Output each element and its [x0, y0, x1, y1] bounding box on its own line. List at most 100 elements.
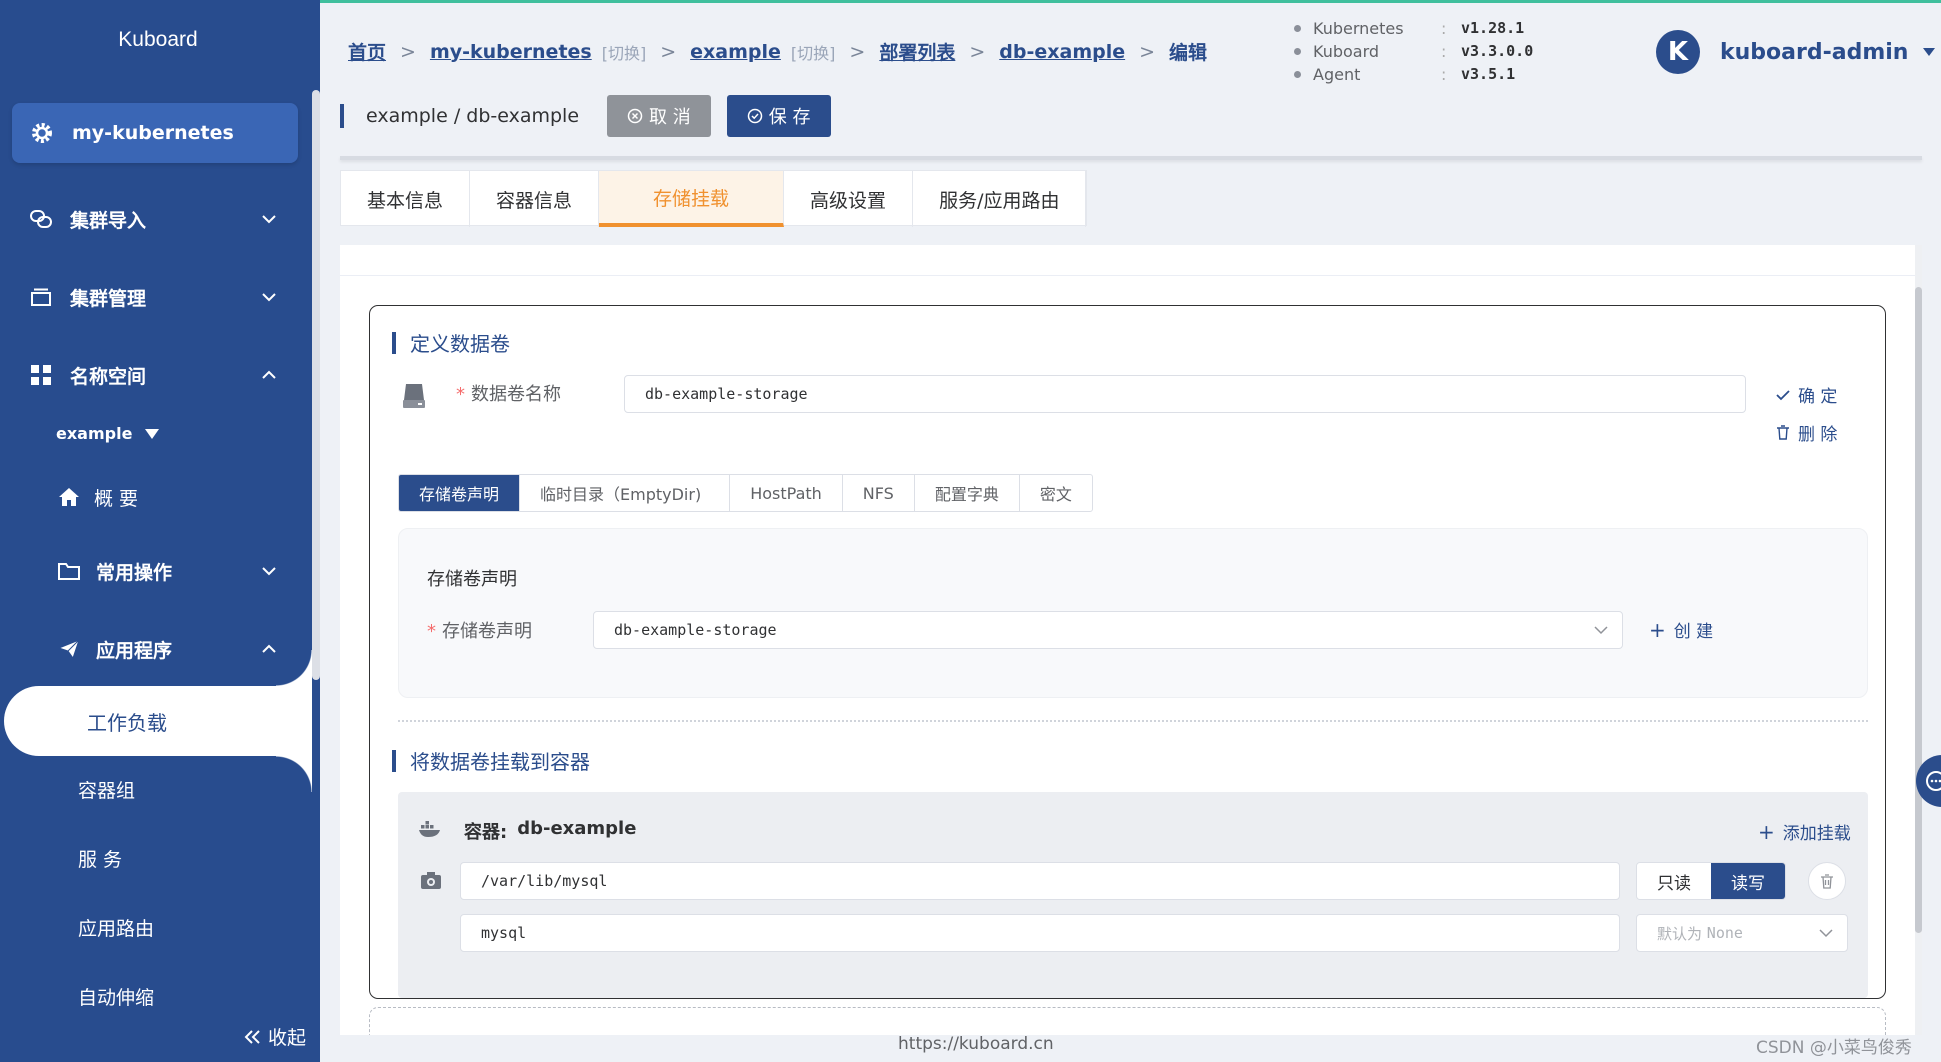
namespace-name: example [56, 424, 133, 443]
volume-type-configmap[interactable]: 配置字典 [915, 475, 1020, 511]
folder-icon [56, 558, 82, 584]
page-title: example / db-example [366, 105, 580, 127]
namespace-selector[interactable]: example [56, 424, 160, 443]
pvc-config-box: 存储卷声明 * 存储卷声明 db-example-storage + 创 建 [398, 528, 1868, 698]
grid-icon [28, 362, 54, 388]
breadcrumb-workload[interactable]: db-example [999, 41, 1125, 63]
sidebar-item-autoscaling[interactable]: 自动伸缩 [78, 983, 154, 1010]
sidebar-item-overview[interactable]: 概 要 [0, 472, 310, 522]
mount-propagation-select[interactable]: 默认为 None [1636, 914, 1848, 952]
sidebar-item-services[interactable]: 服 务 [78, 845, 122, 872]
sidebar-item-cluster-import[interactable]: 集群导入 [0, 194, 310, 244]
tab-service-ingress[interactable]: 服务/应用路由 [913, 171, 1087, 227]
switch-namespace-link[interactable]: [切换] [791, 40, 836, 64]
sidebar-item-common-ops[interactable]: 常用操作 [0, 546, 310, 596]
create-pvc-button[interactable]: + 创 建 [1649, 617, 1713, 643]
volume-name-input[interactable]: db-example-storage [624, 375, 1746, 413]
trash-icon [1821, 873, 1833, 889]
breadcrumb-deployments[interactable]: 部署列表 [879, 38, 955, 65]
send-icon [56, 636, 82, 662]
version-row: Kuboard: v3.3.0.0 [1294, 40, 1533, 63]
disk-icon [403, 384, 425, 408]
link-icon [28, 206, 54, 232]
version-row: Kubernetes: v1.28.1 [1294, 17, 1533, 40]
tab-advanced[interactable]: 高级设置 [784, 171, 914, 227]
stack-icon [28, 284, 54, 310]
chevron-down-icon [1594, 626, 1608, 635]
switch-cluster-link[interactable]: [切换] [602, 40, 647, 64]
container-mount-box: 容器: db-example + 添加挂载 /var/lib/mysql 只读 … [398, 792, 1868, 998]
version-info: Kubernetes: v1.28.1 Kuboard: v3.3.0.0 Agen… [1294, 17, 1533, 86]
chevron-down-icon [262, 567, 276, 576]
cluster-name: my-kubernetes [72, 122, 234, 144]
readwrite-option[interactable]: 读写 [1711, 863, 1785, 899]
tab-container-info[interactable]: 容器信息 [470, 171, 600, 227]
volume-type-pvc[interactable]: 存储卷声明 [399, 475, 521, 511]
pvc-box-title: 存储卷声明 [427, 569, 517, 590]
trash-icon [1777, 425, 1789, 440]
mount-path-input[interactable]: /var/lib/mysql [460, 862, 1620, 900]
sidebar-item-label: 概 要 [94, 487, 139, 510]
volume-type-secret[interactable]: 密文 [1020, 475, 1092, 511]
collapse-button[interactable]: 收起 [244, 1023, 306, 1050]
panel-scrollbar[interactable] [1915, 245, 1922, 1035]
sidebar-item-cluster-manage[interactable]: 集群管理 [0, 272, 310, 322]
tab-storage-mount[interactable]: 存储挂载 [599, 171, 785, 227]
version-row: Agent: v3.5.1 [1294, 63, 1533, 86]
collapse-label: 收起 [267, 1027, 306, 1049]
editor-tabs: 基本信息 容器信息 存储挂载 高级设置 服务/应用路由 [340, 170, 1088, 227]
breadcrumb-separator: > [849, 40, 866, 63]
check-circle-icon [747, 108, 763, 124]
sidebar-item-namespace[interactable]: 名称空间 [0, 350, 310, 400]
tab-basic-info[interactable]: 基本信息 [341, 171, 471, 227]
chat-icon [1926, 771, 1941, 791]
user-name: kuboard-admin [1720, 39, 1909, 65]
top-accent-line [320, 0, 1941, 3]
sidebar-item-label: 应用程序 [96, 639, 173, 662]
sub-path-input[interactable]: mysql [460, 914, 1620, 952]
remove-mount-button[interactable] [1808, 862, 1846, 900]
delete-volume-button[interactable]: 删 除 [1776, 420, 1837, 445]
pvc-select[interactable]: db-example-storage [593, 611, 1623, 649]
double-chevron-left-icon [244, 1029, 260, 1044]
sidebar-item-pods[interactable]: 容器组 [78, 776, 135, 803]
sidebar-item-workloads[interactable]: 工作负载 [4, 650, 312, 792]
save-button[interactable]: 保 存 [726, 95, 831, 137]
sidebar-item-applications[interactable]: 应用程序 [0, 624, 310, 674]
volume-type-hostpath[interactable]: HostPath [730, 475, 843, 511]
cancel-button[interactable]: 取 消 [607, 95, 711, 137]
breadcrumb-cluster[interactable]: my-kubernetes [430, 41, 592, 63]
breadcrumb: 首页 > my-kubernetes [切换] > example [切换] >… [348, 38, 1207, 65]
volume-type-tabs: 存储卷声明 临时目录（EmptyDir) HostPath NFS 配置字典 密… [398, 474, 1093, 512]
readonly-option[interactable]: 只读 [1637, 863, 1711, 899]
section-title-mount: 将数据卷挂载到容器 [392, 746, 590, 775]
breadcrumb-home[interactable]: 首页 [348, 38, 386, 65]
cluster-selector[interactable]: my-kubernetes [12, 103, 298, 163]
breadcrumb-separator: > [400, 40, 416, 63]
brand-logo: Kuboard [118, 28, 198, 51]
gear-icon [32, 123, 52, 143]
sidebar-item-ingress[interactable]: 应用路由 [78, 914, 154, 941]
add-mount-button[interactable]: + 添加挂载 [1758, 819, 1851, 845]
breadcrumb-namespace[interactable]: example [690, 41, 781, 63]
footer-url[interactable]: https://kuboard.cn [898, 1034, 1054, 1054]
section-divider [398, 720, 1868, 722]
volume-type-emptydir[interactable]: 临时目录（EmptyDir) [520, 475, 731, 511]
sidebar-item-label: 集群管理 [70, 287, 147, 310]
volume-card: 定义数据卷 * 数据卷名称 db-example-storage 确 定 删 除 … [369, 305, 1886, 999]
sidebar-scrollbar[interactable] [312, 90, 320, 680]
docker-icon [419, 821, 440, 837]
sidebar-item-label: 名称空间 [70, 365, 147, 388]
volume-name-label: * 数据卷名称 [456, 384, 561, 405]
watermark: CSDN @小菜鸟俊秀 [1756, 1038, 1912, 1058]
sidebar-item-label: 集群导入 [70, 209, 147, 232]
chevron-down-icon [262, 293, 276, 302]
breadcrumb-separator: > [1139, 40, 1156, 63]
user-menu[interactable]: K kuboard-admin [1656, 30, 1936, 74]
breadcrumb-current: 编辑 [1169, 42, 1208, 64]
confirm-volume-button[interactable]: 确 定 [1776, 382, 1837, 407]
next-volume-card [369, 1007, 1886, 1035]
container-title: 容器: db-example [464, 818, 637, 843]
plus-icon: + [1649, 617, 1666, 642]
volume-type-nfs[interactable]: NFS [843, 475, 915, 511]
